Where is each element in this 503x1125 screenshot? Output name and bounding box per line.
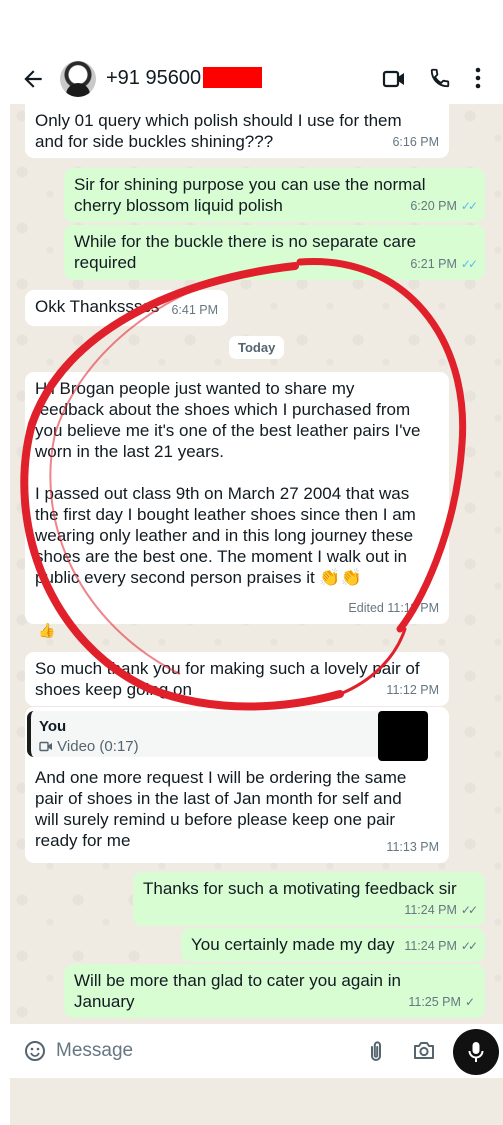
message-text: Hii Brogan people just wanted to share m… [35,379,421,587]
read-ticks-icon: ✓✓ [460,257,478,271]
message-incoming[interactable]: Okk Thanksssss 6:41 PM [25,290,228,326]
message-text: You certainly made my day [191,935,395,954]
more-options-icon[interactable] [474,67,482,89]
sent-tick-icon: ✓ [464,995,475,1009]
message-time: 6:16 PM [392,135,439,149]
message-outgoing[interactable]: While for the buckle there is no separat… [64,225,485,280]
message-time: 6:20 PM ✓✓ [410,196,478,217]
message-time: 11:24 PM ✓✓ [404,936,478,957]
message-outgoing[interactable]: Thanks for such a motivating feedback si… [133,872,485,926]
quoted-message[interactable]: You Video (0:17) [27,711,428,761]
message-outgoing[interactable]: Sir for shining purpose you can use the … [64,168,485,222]
attach-icon[interactable] [366,1039,386,1063]
message-composer[interactable]: Message [14,1029,442,1073]
message-time: 11:25 PM ✓ [408,992,475,1013]
video-thumbnail[interactable] [378,711,428,761]
avatar[interactable] [60,61,96,97]
voice-call-icon[interactable] [429,67,451,89]
message-incoming[interactable]: Hii Brogan people just wanted to share m… [25,372,449,624]
message-time: 6:41 PM [171,303,218,317]
message-outgoing[interactable]: You certainly made my day 11:24 PM ✓✓ [181,928,485,962]
chat-area[interactable]: Only 01 query which polish should I use … [10,104,503,1024]
back-arrow-icon[interactable] [20,66,46,92]
video-icon [39,741,52,752]
message-text: And one more request I will be ordering … [35,768,407,850]
chat-header: +91 95600 [0,0,503,104]
message-text: Only 01 query which polish should I use … [35,111,402,151]
redaction-box [203,67,262,88]
message-incoming[interactable]: So much thank you for making such a love… [25,652,449,706]
mic-icon [468,1042,484,1062]
contact-name[interactable]: +91 95600 [106,67,201,90]
message-time: 11:12 PM [386,683,439,697]
message-time: 6:21 PM ✓✓ [410,254,478,275]
message-time: Edited 11:11 PM [348,601,439,615]
emoji-icon[interactable] [24,1040,46,1062]
message-text: So much thank you for making such a love… [35,659,420,699]
message-incoming-reply[interactable]: You Video (0:17) And one more request I … [25,707,449,863]
quoted-author: You [39,718,67,735]
message-input[interactable]: Message [56,1040,133,1062]
message-outgoing[interactable]: Will be more than glad to cater you agai… [64,964,485,1018]
quoted-video-label: Video (0:17) [39,736,139,757]
reaction-emoji[interactable]: 👍 [38,622,55,639]
video-call-icon[interactable] [382,68,406,90]
date-chip: Today [229,336,285,359]
message-text: Thanks for such a motivating feedback si… [143,879,457,898]
camera-icon[interactable] [413,1040,435,1060]
message-time: 11:13 PM [386,840,439,854]
delivered-ticks-icon: ✓✓ [460,939,478,953]
mic-button[interactable] [453,1029,499,1075]
delivered-ticks-icon: ✓✓ [460,903,478,917]
bottom-spacer [10,1078,503,1125]
message-incoming[interactable]: Only 01 query which polish should I use … [25,104,449,158]
message-time: 11:24 PM ✓✓ [404,900,478,921]
read-ticks-icon: ✓✓ [460,199,478,213]
